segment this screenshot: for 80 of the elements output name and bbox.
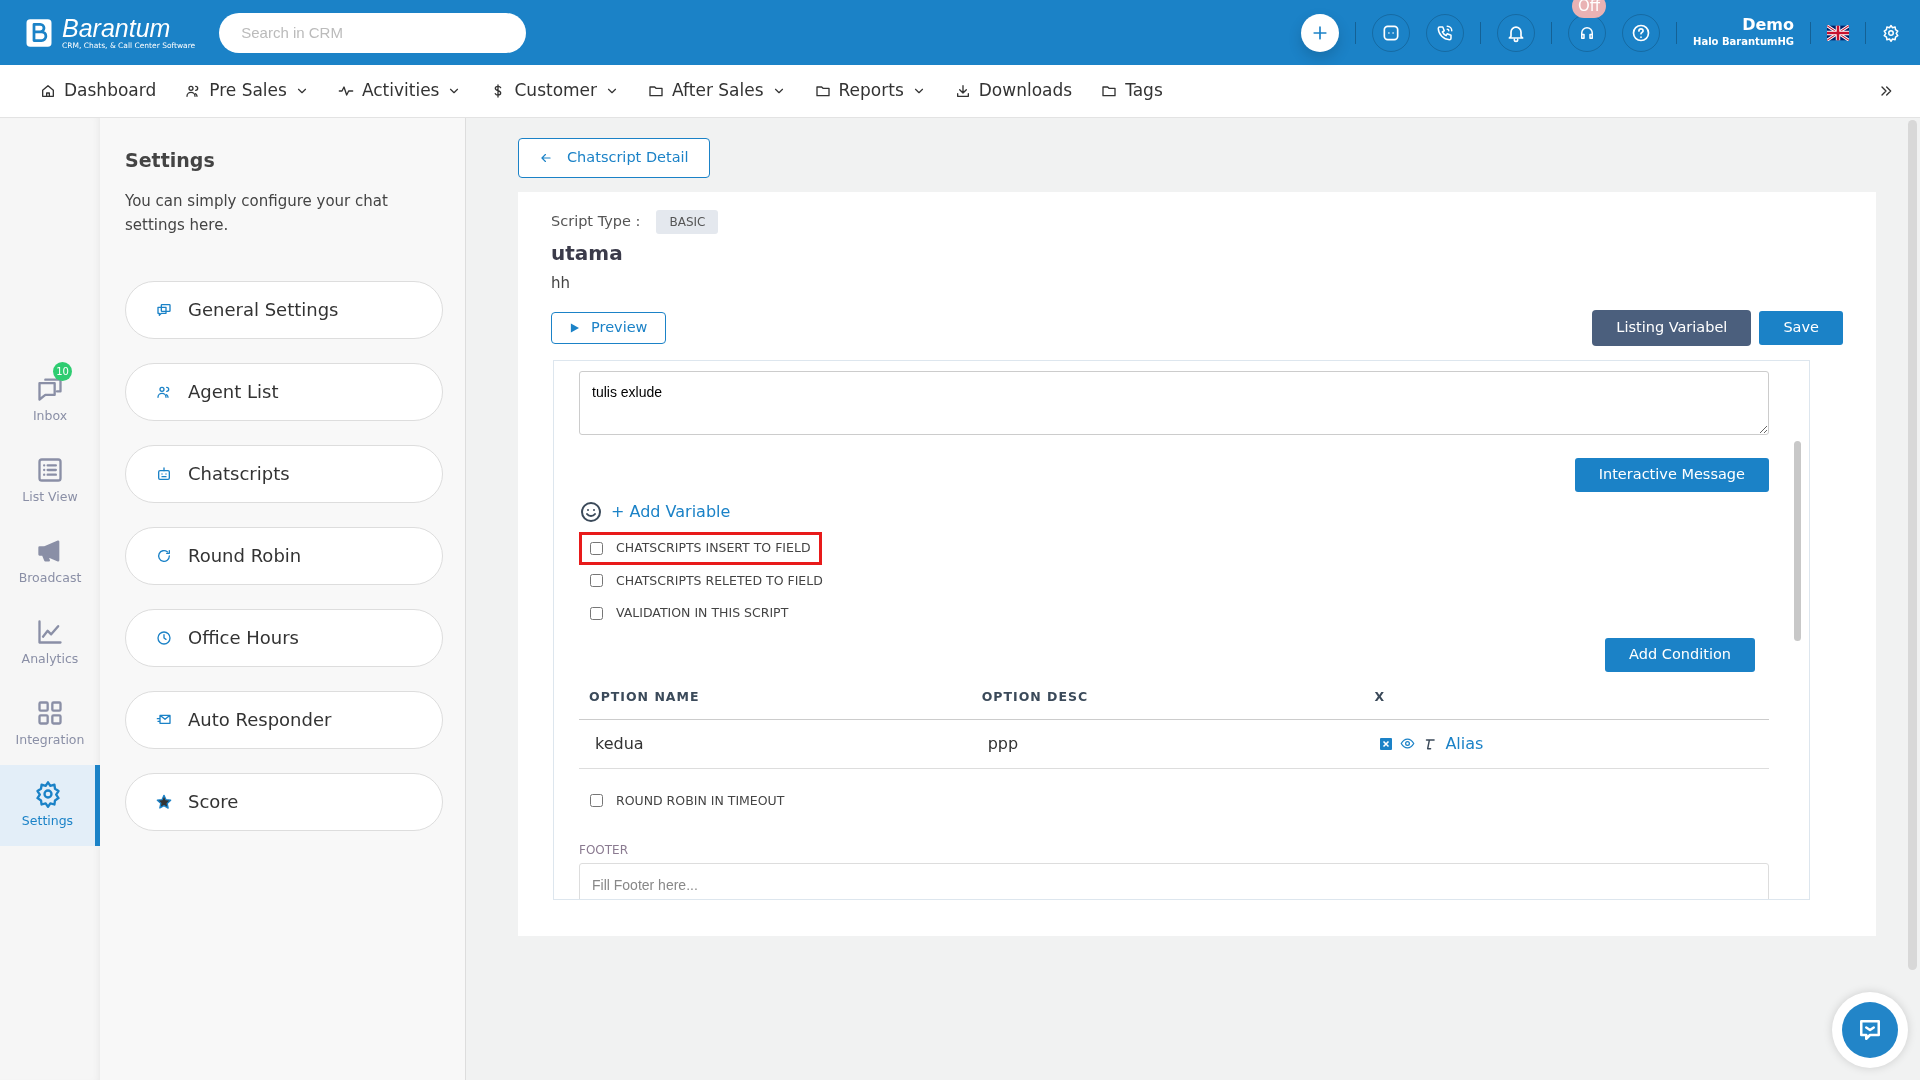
smiley-icon [579, 499, 603, 524]
menu-item[interactable]: Office Hours [125, 608, 443, 667]
panel-description: You can simply configure your chat settings here. [125, 190, 389, 236]
menu-item[interactable]: Score [125, 772, 443, 831]
add-condition-button[interactable]: Add Condition [1605, 638, 1755, 672]
back-button[interactable]: Chatscript Detail [518, 138, 710, 178]
folder-icon [648, 83, 665, 99]
type-badge: BASIC [656, 209, 719, 234]
panel-title: Settings [125, 148, 216, 173]
sidebar-item[interactable]: Settings [0, 765, 100, 846]
robot-icon [156, 465, 172, 482]
chat-bubbles-icon [156, 301, 172, 318]
clock-icon [156, 629, 172, 646]
nav-link[interactable]: Reports [814, 78, 926, 104]
folder-icon [1101, 83, 1118, 99]
checkbox[interactable] [590, 541, 603, 555]
save-button[interactable]: Save [1759, 311, 1843, 345]
menu-item[interactable]: Agent List [125, 362, 443, 421]
line-chart-icon [36, 618, 64, 647]
nav-link[interactable]: After Sales [648, 78, 786, 104]
text-icon [1423, 736, 1438, 751]
script-name: utama [551, 239, 624, 267]
delete-icon[interactable] [1380, 737, 1393, 750]
logo-text: Barantum [62, 15, 172, 41]
phone-icon [1436, 23, 1455, 42]
scrollbar[interactable] [1794, 441, 1801, 641]
field-label: Script Type : [551, 211, 641, 231]
play-icon [570, 323, 579, 334]
menu-item[interactable]: Round Robin [125, 526, 443, 585]
nav-link[interactable]: Tags [1101, 78, 1163, 104]
star-icon [156, 793, 172, 810]
refresh-icon [156, 547, 172, 564]
checkbox-label: CHATSCRIPTS RELETED TO FIELD [616, 571, 823, 590]
table-cell: ppp [971, 719, 1365, 768]
nav-link[interactable]: Pre Sales [185, 78, 309, 104]
checkbox-label: CHATSCRIPTS INSERT TO FIELD [616, 538, 811, 557]
settings-icon [1882, 23, 1900, 42]
alias-link[interactable]: Alias [1445, 731, 1484, 756]
flag-icon[interactable] [1827, 24, 1849, 41]
field-label: FOOTER [579, 842, 630, 860]
nav-link[interactable]: Customer [490, 78, 620, 104]
menu-item[interactable]: Auto Responder [125, 690, 443, 749]
nav-link[interactable]: Downloads [954, 78, 1073, 104]
checkbox[interactable] [590, 607, 603, 621]
content-textarea[interactable]: tulis exlude [579, 371, 1769, 435]
grid-icon [36, 699, 64, 728]
column-header: OPTION NAME [579, 675, 972, 719]
list-icon [36, 456, 64, 485]
interactive-message-button[interactable]: Interactive Message [1574, 458, 1769, 492]
help-icon [1631, 22, 1652, 43]
gear-icon [33, 780, 62, 809]
user-name: Demo [1742, 16, 1794, 34]
home-icon [40, 83, 56, 99]
count-badge: 10 [53, 362, 72, 381]
nav-link[interactable]: Dashboard [40, 78, 157, 104]
checkbox[interactable] [590, 794, 603, 808]
checkbox-label: VALIDATION IN THIS SCRIPT [616, 604, 789, 623]
logo-icon [24, 17, 54, 48]
checkbox-label: ROUND ROBIN IN TIMEOUT [616, 791, 785, 810]
add-button[interactable] [1301, 13, 1340, 52]
preview-button[interactable]: Preview [551, 312, 667, 344]
page-scrollbar[interactable] [1908, 120, 1917, 970]
company-name: Halo BarantumHG [1693, 34, 1794, 49]
column-header: OPTION DESC [971, 675, 1365, 719]
nav-link[interactable]: Activities [337, 78, 462, 104]
table-cell: kedua [579, 719, 972, 768]
add-variable-link[interactable]: + Add Variable [611, 499, 731, 524]
eye-icon [1400, 736, 1416, 751]
download-icon [954, 83, 971, 99]
folder-icon [814, 83, 831, 99]
menu-item[interactable]: General Settings [125, 280, 443, 339]
footer-field[interactable]: Fill Footer here... [579, 863, 1769, 899]
chat-widget-button[interactable] [1832, 992, 1908, 1068]
column-header: X [1364, 675, 1769, 719]
listing-button[interactable]: Listing Variabel [1592, 310, 1752, 346]
checkbox[interactable] [590, 574, 603, 588]
status-badge: Off [1572, 0, 1607, 18]
search-field[interactable]: Search in CRM [219, 12, 527, 53]
script-description: hh [551, 272, 571, 294]
menu-item[interactable]: Chatscripts [125, 444, 443, 503]
